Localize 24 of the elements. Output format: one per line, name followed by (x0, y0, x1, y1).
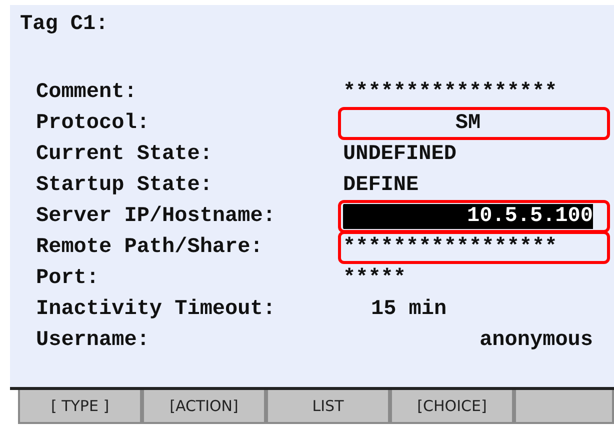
field-label: Protocol: (36, 112, 150, 135)
field-value[interactable]: SM (338, 107, 610, 140)
field-label: Inactivity Timeout: (36, 298, 276, 321)
field-value[interactable]: UNDEFINED (338, 138, 610, 171)
field-label: Port: (36, 267, 100, 290)
field-value[interactable]: DEFINE (338, 169, 610, 202)
field-label: Username: (36, 329, 150, 352)
blank-key[interactable] (514, 390, 614, 424)
function-key[interactable]: [CHOICE] (390, 390, 514, 424)
field-value[interactable]: anonymous (338, 324, 610, 357)
field-value[interactable]: ***************** (338, 231, 610, 264)
field-label: Server IP/Hostname: (36, 205, 276, 228)
field-value[interactable]: 10.5.5.100 (338, 200, 610, 233)
function-key[interactable]: LIST (266, 390, 390, 424)
field-value[interactable]: ***************** (338, 76, 610, 109)
function-key[interactable]: [ TYPE ] (18, 390, 142, 424)
field-label: Current State: (36, 143, 214, 166)
function-key[interactable]: [ACTION] (142, 390, 266, 424)
field-value[interactable]: 15 min (338, 293, 610, 326)
field-label: Comment: (36, 81, 138, 104)
screen-title: Tag C1: (20, 12, 108, 38)
field-value[interactable]: ***** (338, 262, 610, 295)
field-label: Remote Path/Share: (36, 236, 264, 259)
field-label: Startup State: (36, 174, 214, 197)
